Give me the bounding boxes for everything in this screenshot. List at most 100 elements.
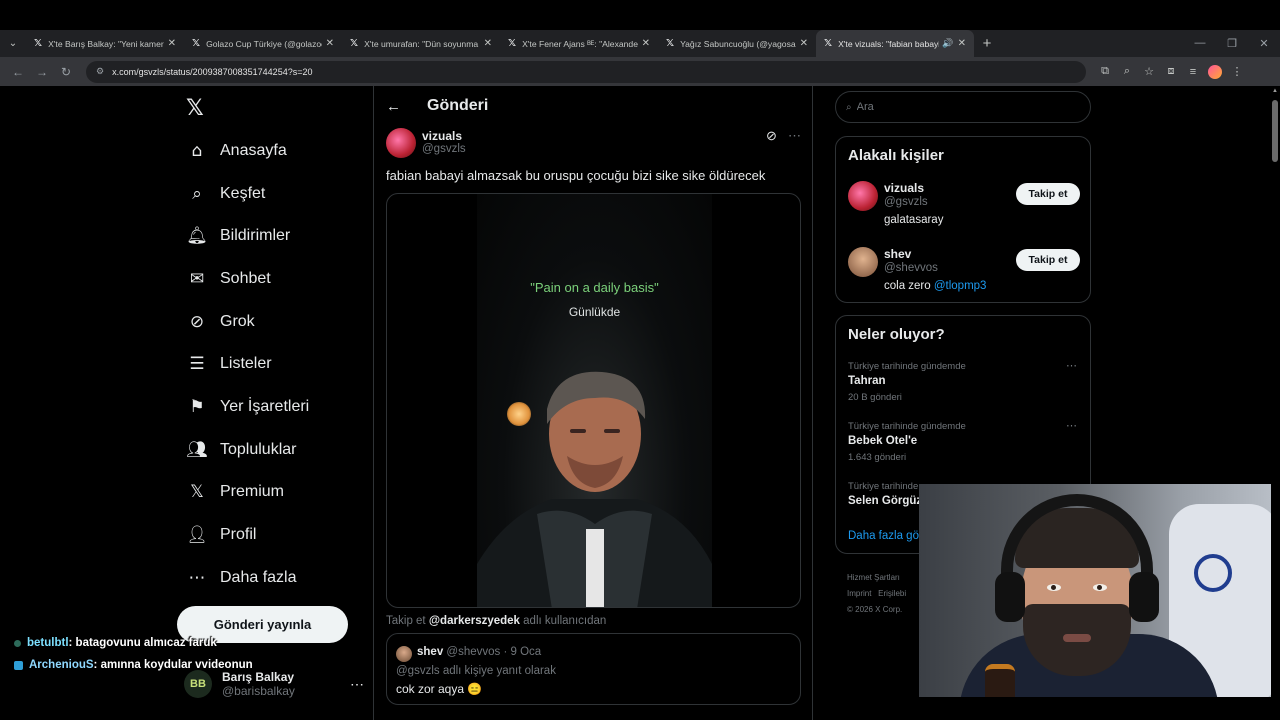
x-favicon-icon: 𝕏	[350, 38, 359, 49]
avatar[interactable]	[396, 646, 412, 662]
browser-menu-icon[interactable]: ⋮	[1226, 65, 1248, 78]
page-scrollbar[interactable]: ▲	[1270, 86, 1280, 720]
person-item[interactable]: vizuals @gsvzls galatasaray Takip et	[848, 179, 1083, 237]
nav-item-profile[interactable]: 👤︎ Profil	[186, 515, 256, 555]
speaker-icon[interactable]: 🔊	[942, 38, 953, 49]
url-field[interactable]: ⚙ x.com/gsvzls/status/200938700835174425…	[86, 60, 1086, 83]
reply-text: cok zor aqya 😑	[396, 682, 483, 696]
search-box[interactable]: ⌕	[835, 91, 1091, 123]
nav-item-home[interactable]: ⌂ Anasayfa	[186, 131, 287, 171]
chat-text: : batagovunu almıcaz faruk	[68, 637, 217, 649]
toolbar-icons: ⧉ ⌕ ☆ ⧈ ≡ ⋮	[1094, 64, 1248, 79]
close-icon[interactable]: ✕	[326, 38, 334, 49]
nav-item-grok[interactable]: ⊘ Grok	[186, 302, 255, 342]
x-logo-icon[interactable]: 𝕏	[186, 96, 204, 121]
suggested-user-link[interactable]: @darkerszyedek	[429, 615, 520, 627]
follow-suggestion: Takip et @darkerszyedek adlı kullanıcıda…	[386, 615, 607, 627]
browser-tab[interactable]: 𝕏 X'te Fener Ajans ᴮᴱ: "Alexander ✕	[500, 30, 658, 57]
nav-item-notifications[interactable]: 🔔︎ Bildirimler	[186, 216, 290, 256]
extensions-icon[interactable]: ⧈	[1160, 65, 1182, 78]
scroll-up-icon[interactable]: ▲	[1272, 88, 1278, 94]
bio-mention-link[interactable]: @tlopmp3	[934, 280, 987, 292]
reply-context: @gsvzls adlı kişiye yanıt olarak	[396, 665, 556, 677]
close-icon[interactable]: ✕	[484, 38, 492, 49]
close-icon[interactable]: ✕	[642, 38, 650, 49]
nav-item-more[interactable]: ⋯ Daha fazla	[186, 558, 297, 598]
more-icon[interactable]: ⋯	[1066, 359, 1077, 372]
address-bar: ← → ↻ ⚙ x.com/gsvzls/status/200938700835…	[0, 57, 1280, 86]
zoom-icon[interactable]: ⌕	[1116, 65, 1138, 78]
avatar[interactable]	[848, 247, 878, 277]
author-handle[interactable]: @gsvzls	[422, 143, 466, 155]
browser-tab[interactable]: 𝕏 Golazo Cup Türkiye (@golazoc ✕	[184, 30, 342, 57]
video-caption: "Pain on a daily basis"	[530, 280, 659, 295]
nav-item-messages[interactable]: ✉ Sohbet	[186, 259, 271, 299]
browser-tab[interactable]: 𝕏 Yağız Sabuncuoğlu (@yagosab ✕	[658, 30, 816, 57]
card-title: Neler oluyor?	[848, 326, 945, 343]
chat-badge-icon	[14, 660, 23, 670]
trend-item[interactable]: Türkiye tarihinde gündemde Tahran 20 B g…	[848, 359, 1083, 411]
headset-earcup	[1129, 572, 1159, 622]
person-bio: cola zero @tlopmp3	[884, 280, 987, 292]
follow-button[interactable]: Takip et	[1016, 249, 1080, 271]
person-handle: @shevvos	[884, 262, 938, 274]
browser-tab[interactable]: 𝕏 X'te Barış Balkay: "Yeni kamera ✕	[26, 30, 184, 57]
avatar[interactable]	[386, 128, 416, 158]
more-icon[interactable]: ⋯	[788, 128, 801, 144]
mail-icon: ✉	[189, 269, 205, 289]
new-tab-button[interactable]: +	[974, 35, 1000, 52]
trend-context: Türkiye tarihinde gündemde	[848, 361, 966, 372]
more-icon[interactable]: ⋯	[350, 676, 364, 693]
browser-tab-active[interactable]: 𝕏 X'te vizuals: "fabian babayi 🔊 ✕	[816, 30, 974, 57]
streamer-mouth	[1063, 634, 1091, 642]
nav-item-premium[interactable]: 𝕏 Premium	[186, 472, 284, 512]
close-icon[interactable]: ✕	[168, 38, 176, 49]
person-name[interactable]: shev	[884, 247, 911, 261]
person-name[interactable]: vizuals	[884, 181, 924, 195]
avatar[interactable]	[848, 181, 878, 211]
browser-tab[interactable]: 𝕏 X'te umurafan: "Dün soyunma ✕	[342, 30, 500, 57]
list-icon: ☰	[189, 354, 205, 374]
video-subtitle: Günlükde	[568, 305, 621, 319]
restore-icon[interactable]: ❐	[1216, 37, 1248, 50]
window-close-icon[interactable]: ✕	[1248, 37, 1280, 50]
search-input[interactable]	[856, 101, 1057, 113]
reply-header: shev @shevvos · 9 Oca	[417, 646, 542, 658]
trend-count: 20 B gönderi	[848, 392, 902, 403]
person-bio: galatasaray	[884, 214, 944, 226]
reload-icon[interactable]: ↻	[54, 65, 78, 79]
streamer-webcam	[919, 484, 1271, 697]
tab-search-button[interactable]: ⌄	[0, 30, 26, 57]
media-control-icon[interactable]: ≡	[1182, 66, 1204, 78]
grok-icon[interactable]: ⊘	[766, 128, 777, 144]
trend-count: 1.643 gönderi	[848, 452, 907, 463]
minimize-icon[interactable]: —	[1184, 37, 1216, 50]
video-frame: "Pain on a daily basis" Günlükde	[477, 194, 712, 607]
nav-item-explore[interactable]: ⌕ Keşfet	[186, 174, 265, 214]
scrollbar-thumb[interactable]	[1272, 100, 1278, 162]
back-arrow-icon[interactable]: ←	[6, 65, 30, 79]
show-more-link[interactable]: Daha fazla gös	[848, 530, 925, 542]
nav-item-lists[interactable]: ☰ Listeler	[186, 344, 271, 384]
x-icon: 𝕏	[190, 482, 204, 502]
reply-card[interactable]: shev @shevvos · 9 Oca @gsvzls adlı kişiy…	[386, 633, 801, 705]
forward-arrow-icon[interactable]: →	[30, 65, 54, 79]
nav-item-bookmarks[interactable]: ⚑ Yer İşaretleri	[186, 387, 309, 427]
close-icon[interactable]: ✕	[958, 38, 966, 49]
follow-button[interactable]: Takip et	[1016, 183, 1080, 205]
site-info-icon[interactable]: ⚙	[96, 66, 104, 77]
person-item[interactable]: shev @shevvos cola zero @tlopmp3 Takip e…	[848, 245, 1083, 303]
trend-item[interactable]: Türkiye tarihinde gündemde Bebek Otel'e …	[848, 419, 1083, 471]
bookmark-star-icon[interactable]: ☆	[1138, 65, 1160, 78]
x-favicon-icon: 𝕏	[508, 38, 517, 49]
more-icon[interactable]: ⋯	[1066, 419, 1077, 432]
close-icon[interactable]: ✕	[800, 38, 808, 49]
reply-author[interactable]: shev	[417, 646, 443, 658]
post-video[interactable]: "Pain on a daily basis" Günlükde	[386, 193, 801, 608]
stream-chat-overlay: betulbtl : batagovunu almıcaz faruk Arch…	[14, 632, 304, 676]
nav-item-communities[interactable]: 👥︎ Topluluklar	[186, 430, 296, 470]
back-arrow-icon[interactable]: ←	[386, 98, 401, 115]
profile-avatar-icon[interactable]	[1208, 64, 1222, 79]
install-app-icon[interactable]: ⧉	[1094, 65, 1116, 78]
author-name[interactable]: vizuals	[422, 129, 462, 143]
